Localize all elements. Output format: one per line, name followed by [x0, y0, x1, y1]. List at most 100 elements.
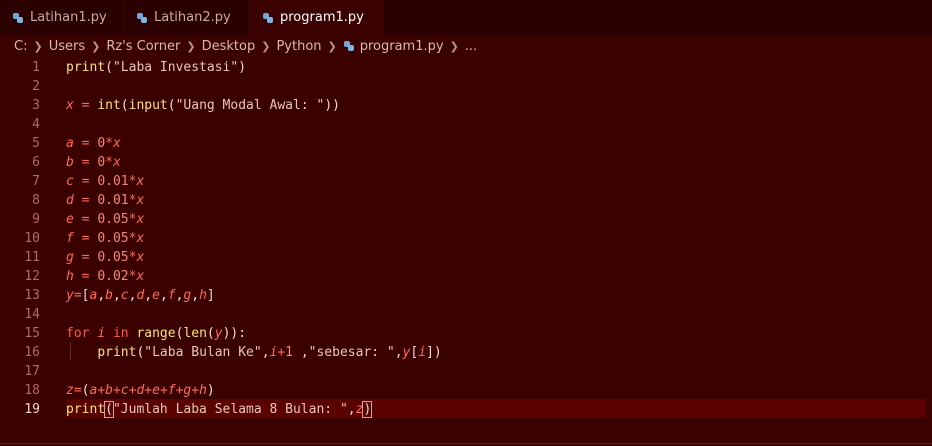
code-token: range: [136, 326, 176, 341]
code-line[interactable]: 5 a = 0*x: [0, 134, 932, 153]
breadcrumb-item[interactable]: C:: [14, 39, 27, 54]
code-line[interactable]: 19 print("Jumlah Laba Selama 8 Bulan: ",…: [0, 400, 932, 419]
breadcrumb-item[interactable]: program1.py: [360, 39, 444, 54]
code-token: h: [66, 269, 74, 284]
code-token: "sebesar: ": [308, 345, 395, 360]
line-number: 13: [24, 288, 40, 303]
line-number: 10: [24, 231, 40, 246]
tab-program1[interactable]: program1.py: [250, 0, 384, 35]
line-number: 7: [32, 174, 40, 189]
code-token: 0: [97, 155, 106, 170]
line-number: 14: [24, 307, 40, 322]
code-token: e: [66, 212, 74, 227]
tab-bar: Latihan1.py Latihan2.py program1.py: [0, 0, 932, 35]
line-number: 6: [32, 155, 40, 170]
line-number: 12: [24, 269, 40, 284]
code-token: y: [66, 288, 74, 303]
code-token: "Laba Bulan Ke": [144, 345, 262, 360]
line-number: 3: [32, 98, 40, 113]
code-line[interactable]: 10 f = 0.05*x: [0, 229, 932, 248]
code-line[interactable]: 2: [0, 77, 932, 96]
breadcrumb-item[interactable]: Python: [276, 39, 321, 54]
line-number: 18: [24, 383, 40, 398]
code-token: print: [66, 60, 106, 75]
chevron-right-icon: ❯: [327, 39, 337, 53]
line-number: 1: [32, 60, 40, 75]
code-line[interactable]: 8 d = 0.01*x: [0, 191, 932, 210]
line-number: 4: [32, 117, 40, 132]
code-token: "Jumlah Laba Selama 8 Bulan: ": [112, 402, 348, 417]
code-line[interactable]: 18 z=(a+b+c+d+e+f+g+h): [0, 381, 932, 400]
tab-label: program1.py: [280, 10, 364, 25]
code-line[interactable]: 6 b = 0*x: [0, 153, 932, 172]
breadcrumb-item[interactable]: Rz's Corner: [106, 39, 180, 54]
code-token: 0.05: [97, 250, 129, 265]
code-line[interactable]: 17: [0, 362, 932, 381]
code-line[interactable]: 15 for i in range(len(y)):: [0, 324, 932, 343]
code-line[interactable]: 4: [0, 115, 932, 134]
tab-latihan2[interactable]: Latihan2.py: [124, 0, 250, 35]
tab-label: Latihan2.py: [154, 10, 231, 25]
line-number: 19: [24, 402, 40, 417]
code-line[interactable]: 3 x = int(input("Uang Modal Awal: ")): [0, 96, 932, 115]
code-token: y: [214, 326, 223, 341]
code-token: a: [66, 136, 74, 151]
line-number: 11: [24, 250, 40, 265]
code-token: int: [97, 98, 121, 113]
line-number: 16: [24, 345, 40, 360]
code-token: x: [136, 193, 145, 208]
code-line[interactable]: 11 g = 0.05*x: [0, 248, 932, 267]
code-token: x: [112, 155, 121, 170]
chevron-right-icon: ❯: [91, 39, 101, 53]
code-token: x: [66, 98, 74, 113]
line-number: 2: [32, 79, 40, 94]
line-number: 15: [24, 326, 40, 341]
code-token: d: [66, 193, 74, 208]
code-line[interactable]: 7 c = 0.01*x: [0, 172, 932, 191]
code-line[interactable]: 13 y=[a,b,c,d,e,f,g,h]: [0, 286, 932, 305]
code-token: x: [136, 212, 145, 227]
breadcrumb-item[interactable]: ...: [465, 39, 477, 54]
code-line[interactable]: 12 h = 0.02*x: [0, 267, 932, 286]
code-token: input: [128, 98, 168, 113]
code-token: 0.05: [97, 231, 129, 246]
code-token: x: [136, 269, 145, 284]
tab-label: Latihan1.py: [30, 10, 107, 25]
chevron-right-icon: ❯: [186, 39, 196, 53]
tab-latihan1[interactable]: Latihan1.py: [0, 0, 124, 35]
code-token: c: [66, 174, 74, 189]
line-number: 8: [32, 193, 40, 208]
code-token: 0: [97, 136, 106, 151]
code-token: z: [66, 383, 74, 398]
breadcrumb: C: ❯ Users ❯ Rz's Corner ❯ Desktop ❯ Pyt…: [0, 35, 932, 57]
code-token: i: [418, 345, 427, 360]
code-token: in: [112, 326, 129, 341]
code-token: x: [112, 136, 121, 151]
python-icon: [13, 12, 23, 23]
code-token: 0.01: [97, 193, 129, 208]
code-line[interactable]: 1 print("Laba Investasi"): [0, 58, 932, 77]
code-token: 0.02: [97, 269, 129, 284]
python-icon: [343, 41, 354, 51]
code-token: len: [183, 326, 207, 341]
panel-divider: [0, 443, 932, 444]
code-token: f: [66, 231, 74, 246]
code-token: for: [66, 326, 90, 341]
code-token: x: [136, 250, 145, 265]
python-icon: [263, 12, 273, 23]
code-token: print: [66, 402, 106, 417]
chevron-right-icon: ❯: [449, 39, 459, 53]
chevron-right-icon: ❯: [261, 39, 271, 53]
code-token: x: [136, 231, 145, 246]
code-token: "Laba Investasi": [112, 60, 239, 75]
code-line[interactable]: 9 e = 0.05*x: [0, 210, 932, 229]
breadcrumb-item[interactable]: Desktop: [202, 39, 256, 54]
breadcrumb-item[interactable]: Users: [49, 39, 85, 54]
code-token: "Uang Modal Awal: ": [175, 98, 325, 113]
code-token: 0.05: [97, 212, 129, 227]
chevron-right-icon: ❯: [33, 39, 43, 53]
code-line[interactable]: 16 print("Laba Bulan Ke",i+1 ,"sebesar: …: [0, 343, 932, 362]
code-token: 1: [285, 345, 293, 360]
code-line[interactable]: 14: [0, 305, 932, 324]
code-token: b: [66, 155, 74, 170]
